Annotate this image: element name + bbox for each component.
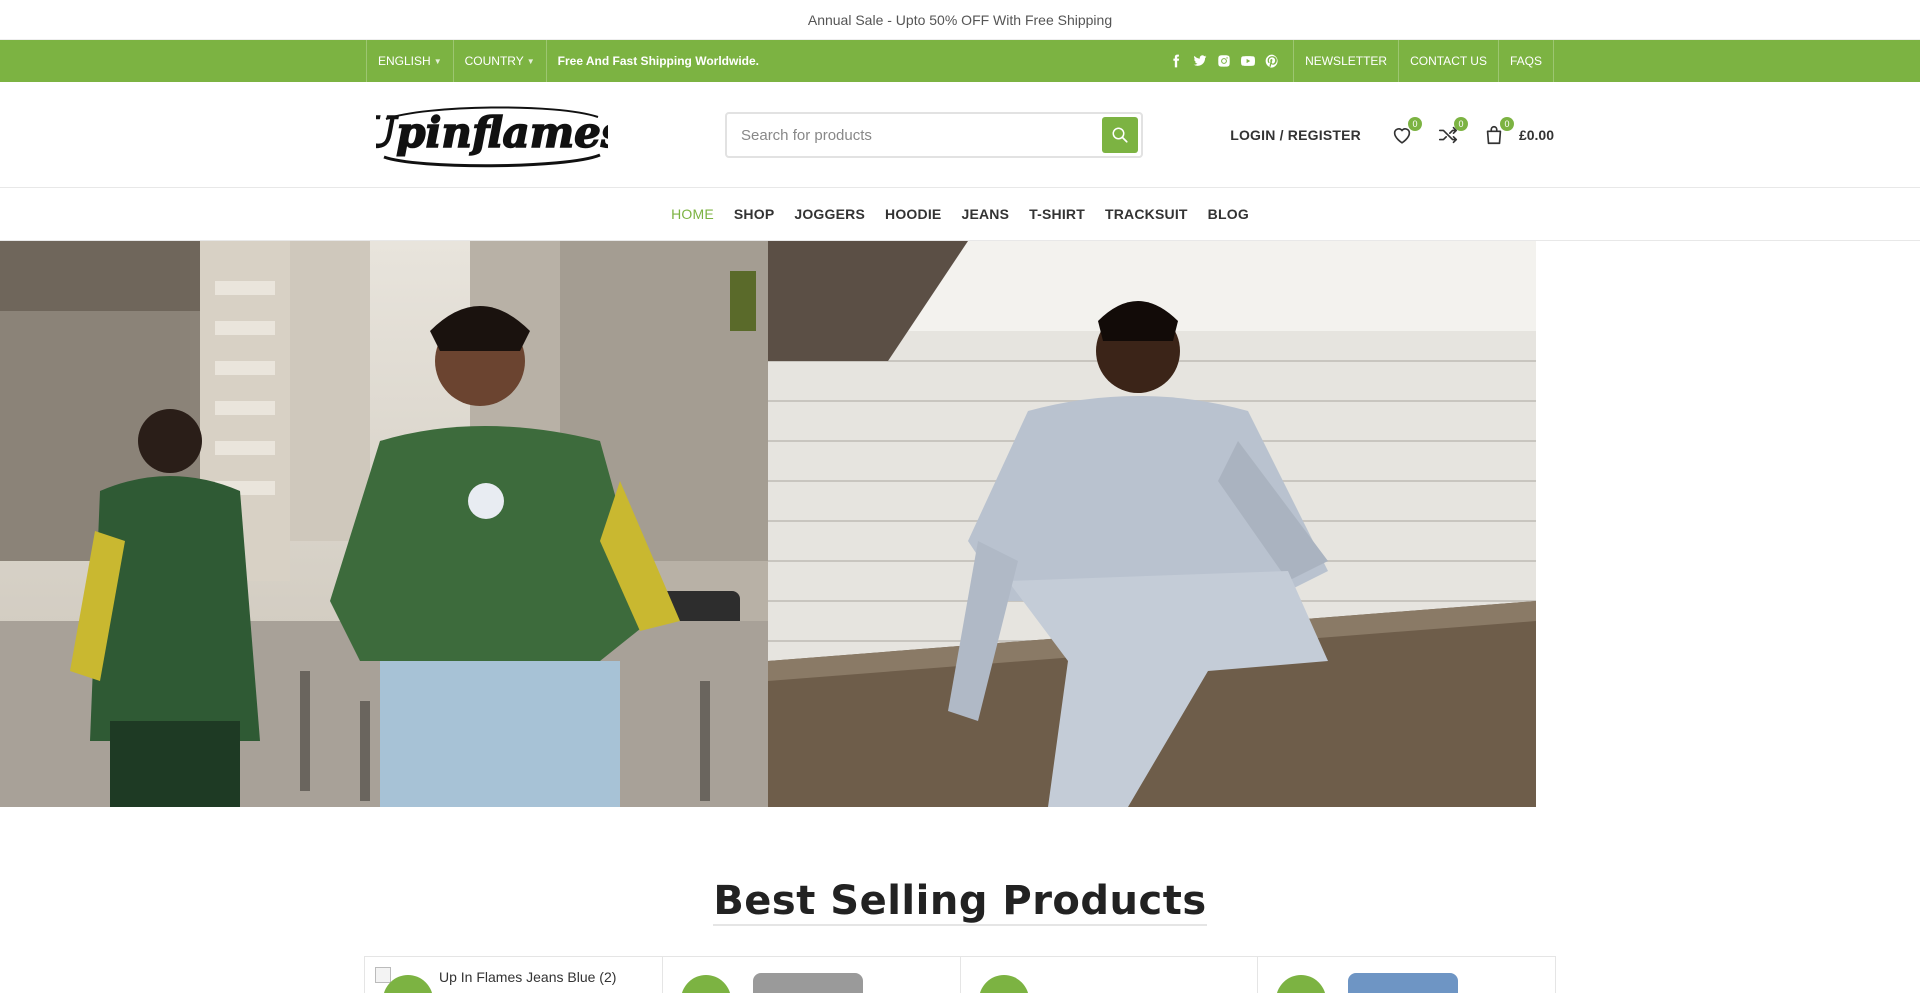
wishlist-button[interactable]: 0 bbox=[1391, 116, 1422, 146]
nav-item-jeans[interactable]: JEANS bbox=[961, 206, 1009, 222]
nav-item-tracksuit[interactable]: TRACKSUIT bbox=[1105, 206, 1188, 222]
broken-image-icon bbox=[375, 967, 391, 983]
top-bar: ENGLISH ▼ COUNTRY ▼ Free And Fast Shippi… bbox=[0, 40, 1920, 82]
login-register-link[interactable]: LOGIN / REGISTER bbox=[1230, 127, 1361, 143]
social-links bbox=[1169, 54, 1293, 68]
search-bar bbox=[725, 112, 1143, 158]
cart-count-badge: 0 bbox=[1499, 116, 1514, 131]
youtube-icon[interactable] bbox=[1241, 54, 1256, 68]
wishlist-count-badge: 0 bbox=[1407, 116, 1422, 131]
announcement-text: Annual Sale - Upto 50% OFF With Free Shi… bbox=[807, 11, 1113, 28]
twitter-icon[interactable] bbox=[1193, 54, 1207, 68]
search-icon bbox=[1112, 127, 1128, 143]
nav-item-shop[interactable]: SHOP bbox=[734, 206, 774, 222]
sale-badge bbox=[680, 975, 731, 993]
product-thumbnail bbox=[752, 973, 863, 993]
nav-item-blog[interactable]: BLOG bbox=[1208, 206, 1249, 222]
nav-item-hoodie[interactable]: HOODIE bbox=[885, 206, 941, 222]
product-image-alt: Up In Flames Jeans Blue (2) bbox=[439, 969, 617, 985]
section-title: Best Selling Products bbox=[713, 878, 1207, 926]
product-card[interactable]: Up In Flames Jeans Blue (2) bbox=[365, 957, 663, 993]
nav-item-t-shirt[interactable]: T-SHIRT bbox=[1029, 206, 1085, 222]
hero-image-street bbox=[0, 241, 768, 807]
cart-total[interactable]: £0.00 bbox=[1519, 127, 1554, 143]
site-logo[interactable]: Upinflames bbox=[376, 95, 608, 175]
faqs-label: FAQS bbox=[1509, 54, 1542, 68]
chevron-down-icon: ▼ bbox=[526, 56, 535, 66]
hero-image-hoodie bbox=[768, 241, 1536, 807]
nav-item-joggers[interactable]: JOGGERS bbox=[794, 206, 865, 222]
country-selector[interactable]: COUNTRY ▼ bbox=[452, 40, 546, 82]
language-selector[interactable]: ENGLISH ▼ bbox=[366, 40, 453, 82]
newsletter-label: NEWSLETTER bbox=[1305, 54, 1388, 68]
logo-wordmark: Upinflames bbox=[376, 108, 608, 157]
search-button[interactable] bbox=[1102, 117, 1138, 153]
instagram-icon[interactable] bbox=[1217, 54, 1231, 68]
newsletter-link[interactable]: NEWSLETTER bbox=[1293, 40, 1398, 82]
product-card[interactable] bbox=[961, 957, 1259, 993]
pinterest-icon[interactable] bbox=[1265, 54, 1279, 68]
facebook-icon[interactable] bbox=[1169, 54, 1183, 68]
site-header: Upinflames LOGIN / REGISTER 0 0 bbox=[0, 82, 1920, 188]
product-thumbnail bbox=[1348, 973, 1459, 993]
contact-us-label: CONTACT US bbox=[1410, 54, 1487, 68]
best-selling-section: Best Selling Products bbox=[0, 878, 1920, 926]
contact-us-link[interactable]: CONTACT US bbox=[1398, 40, 1498, 82]
product-grid: Up In Flames Jeans Blue (2) bbox=[364, 956, 1556, 993]
compare-count-badge: 0 bbox=[1453, 116, 1468, 131]
sale-badge bbox=[1276, 975, 1327, 993]
compare-button[interactable]: 0 bbox=[1437, 116, 1468, 146]
faqs-link[interactable]: FAQS bbox=[1497, 40, 1554, 82]
chevron-down-icon: ▼ bbox=[433, 56, 442, 66]
cart-button[interactable]: 0 bbox=[1483, 116, 1514, 146]
product-card[interactable] bbox=[1258, 957, 1556, 993]
country-label: COUNTRY bbox=[464, 54, 524, 68]
announcement-bar: Annual Sale - Upto 50% OFF With Free Shi… bbox=[0, 0, 1920, 40]
product-card[interactable] bbox=[663, 957, 961, 993]
sale-badge bbox=[978, 975, 1029, 993]
hero-banner[interactable] bbox=[0, 241, 1536, 807]
main-navigation: HOME SHOP JOGGERS HOODIE JEANS T-SHIRT T… bbox=[0, 188, 1920, 241]
language-label: ENGLISH bbox=[378, 54, 431, 68]
shipping-note: Free And Fast Shipping Worldwide. bbox=[545, 40, 759, 82]
search-input[interactable] bbox=[727, 114, 1102, 156]
nav-item-home[interactable]: HOME bbox=[671, 206, 714, 222]
